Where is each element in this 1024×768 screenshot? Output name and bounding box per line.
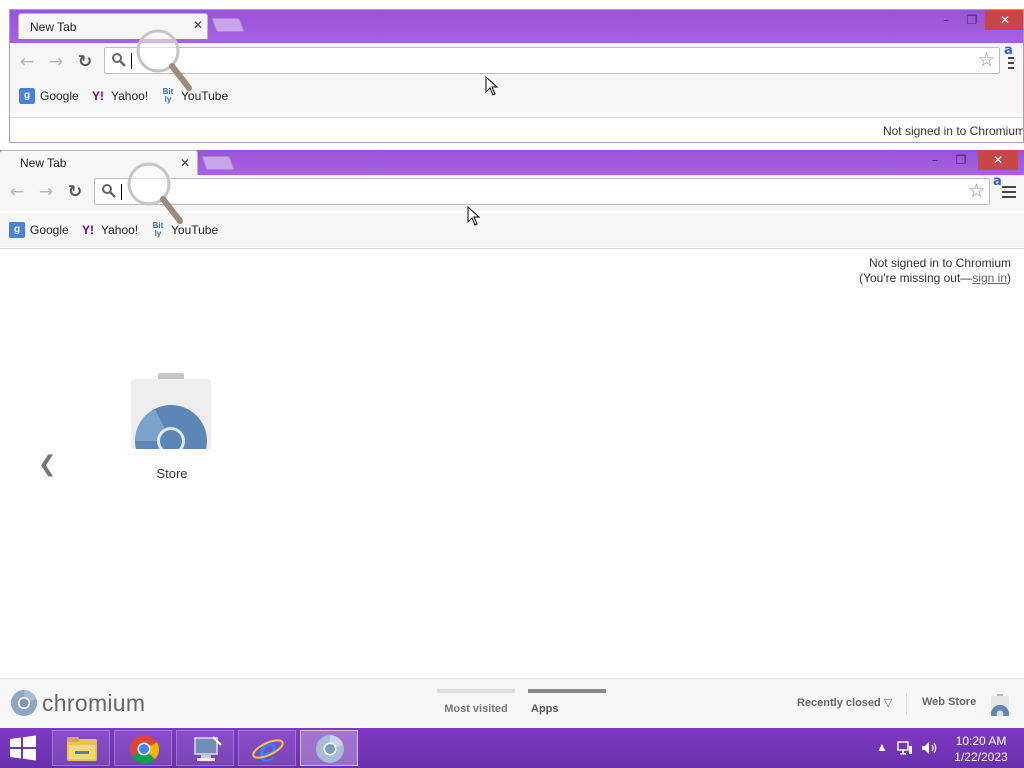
- ntp-footer: chromium Most visited Apps Recently clos…: [0, 678, 1024, 728]
- new-tab-button[interactable]: [211, 18, 245, 32]
- tab-indicator: [528, 689, 606, 693]
- taskbar-chrome[interactable]: [114, 730, 172, 766]
- taskbar-chromium[interactable]: [300, 730, 358, 766]
- cursor-icon: [485, 76, 499, 96]
- taskbar-file-explorer[interactable]: [52, 730, 110, 766]
- magnifier-icon: [127, 162, 183, 224]
- signin-status: Not signed in to Chromium: [868, 256, 1011, 270]
- magnifier-icon: [136, 29, 192, 91]
- text-caret: [131, 53, 132, 69]
- chrome-icon: [130, 735, 159, 764]
- bookmark-google[interactable]: g Google: [19, 87, 79, 105]
- svg-text:e: e: [259, 731, 278, 767]
- menu-icon[interactable]: [1008, 57, 1014, 71]
- yahoo-icon: Y!: [82, 223, 94, 237]
- restore-button[interactable]: ❐: [958, 10, 986, 30]
- folder-icon: [67, 737, 97, 761]
- forward-button[interactable]: →: [35, 181, 57, 203]
- taskbar-internet-explorer[interactable]: e: [238, 730, 296, 768]
- bookmark-star-icon[interactable]: ☆: [968, 180, 985, 202]
- bookmark-star-icon[interactable]: ☆: [978, 49, 995, 71]
- back-button[interactable]: ←: [16, 51, 38, 73]
- tab-title: New Tab: [30, 20, 77, 34]
- close-window-button[interactable]: ✕: [978, 150, 1018, 170]
- ie-icon: e: [252, 731, 284, 768]
- reload-button[interactable]: ↻: [64, 181, 86, 203]
- cursor-icon: [467, 206, 481, 226]
- search-icon: [102, 184, 116, 198]
- bookmark-google[interactable]: g Google: [9, 221, 69, 239]
- chromium-logo: chromium: [10, 689, 145, 717]
- show-hidden-icons[interactable]: ▲: [876, 740, 888, 768]
- taskbar: e ▲ 10:20 AM 1/22/2023: [0, 728, 1024, 768]
- computer-icon: [194, 736, 222, 761]
- search-icon: [112, 53, 126, 67]
- reload-button[interactable]: ↻: [74, 51, 96, 73]
- web-store-icon[interactable]: [990, 694, 1010, 716]
- google-icon: g: [9, 222, 25, 238]
- signin-promo: Not signed in to Chromium (You're missin…: [859, 256, 1011, 286]
- volume-icon[interactable]: [921, 741, 939, 755]
- signin-prompt: (You're missing out—sign in): [859, 271, 1011, 285]
- minimize-button[interactable]: –: [932, 10, 960, 30]
- yahoo-icon: Y!: [92, 89, 104, 103]
- web-store-link[interactable]: Web Store: [922, 696, 976, 708]
- menu-icon[interactable]: [1002, 186, 1016, 200]
- tab-apps[interactable]: Apps: [528, 689, 606, 715]
- dropdown-arrow-icon: ▽: [883, 697, 893, 709]
- chromium-icon: [11, 690, 37, 716]
- web-store-icon: [131, 373, 211, 449]
- previous-page-arrow[interactable]: ❮: [38, 452, 56, 477]
- network-icon[interactable]: [897, 741, 913, 755]
- sign-in-link[interactable]: sign in: [972, 271, 1007, 285]
- system-clock[interactable]: 10:20 AM 1/22/2023: [948, 733, 1014, 765]
- extension-icon[interactable]: a: [993, 174, 1002, 189]
- tab-indicator: [437, 689, 515, 693]
- back-button[interactable]: ←: [6, 181, 28, 203]
- divider: [906, 693, 907, 715]
- restore-button[interactable]: ❐: [947, 150, 975, 170]
- chromium-icon: [316, 735, 344, 763]
- recently-closed-menu[interactable]: Recently closed ▽: [797, 696, 892, 709]
- browser-window-front[interactable]: New Tab ✕ – ❐ ✕ ← → ↻ ☆ a g Google Y! Yaho…: [0, 150, 1024, 728]
- clock-date: 1/22/2023: [954, 750, 1008, 764]
- divider: [10, 117, 1023, 118]
- tab-most-visited[interactable]: Most visited: [437, 689, 515, 715]
- brand-name: chromium: [42, 689, 146, 716]
- text-caret: [121, 184, 122, 200]
- forward-button[interactable]: →: [45, 51, 67, 73]
- clock-time: 10:20 AM: [955, 734, 1007, 748]
- new-tab-button[interactable]: [201, 156, 235, 170]
- tab-title: New Tab: [20, 156, 67, 170]
- signin-status: Not signed in to Chromium: [882, 124, 1024, 138]
- extension-icon[interactable]: a: [1004, 43, 1013, 58]
- taskbar-remote-desktop[interactable]: [176, 730, 234, 766]
- app-label: Store: [156, 466, 188, 481]
- omnibox[interactable]: ☆: [94, 178, 990, 205]
- browser-window-back[interactable]: New Tab ✕ – ❐ ✕ ← → ↻ ☆ a g Google Y! Yaho…: [9, 9, 1024, 143]
- divider: [0, 248, 1024, 249]
- windows-start-icon[interactable]: [8, 735, 38, 761]
- google-icon: g: [19, 88, 35, 104]
- app-store-tile[interactable]: Store: [130, 373, 214, 481]
- omnibox[interactable]: ☆: [104, 47, 1000, 74]
- close-window-button[interactable]: ✕: [985, 10, 1023, 30]
- minimize-button[interactable]: –: [921, 150, 949, 170]
